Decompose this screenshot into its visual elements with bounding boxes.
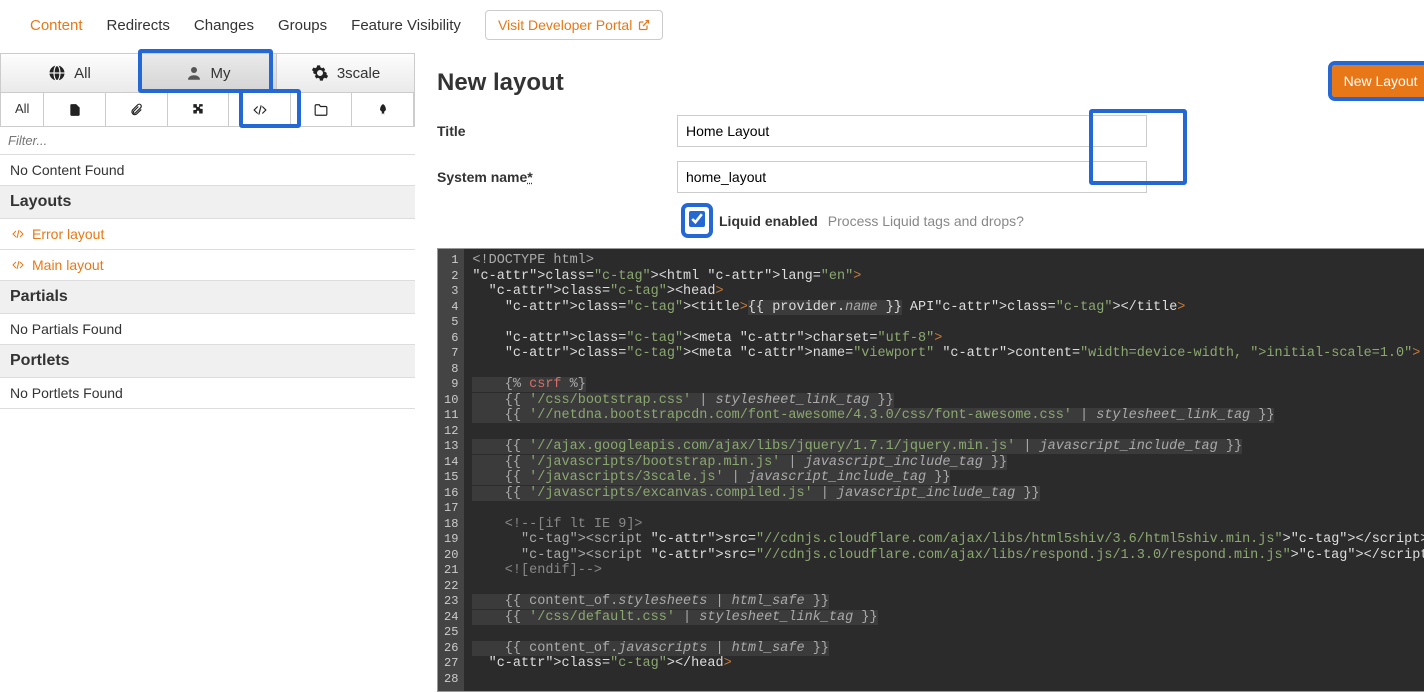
- user-icon: [185, 64, 203, 82]
- layouts-header: Layouts: [0, 186, 415, 219]
- liquid-enabled-label: Liquid enabled: [719, 213, 818, 229]
- puzzle-icon: [191, 102, 205, 118]
- sidebar-item-main-layout[interactable]: Main layout: [0, 250, 415, 281]
- partials-header: Partials: [0, 281, 415, 314]
- editor-code[interactable]: <!DOCTYPE html>"c-attr">class="c-tag"><h…: [464, 249, 1424, 691]
- iconcell-clip[interactable]: [106, 93, 168, 126]
- folder-icon: [313, 103, 329, 117]
- file-icon: [68, 102, 82, 118]
- subtabs: All My 3scale: [0, 53, 415, 93]
- sidebar: All My 3scale All No Content Found Layou…: [0, 53, 415, 692]
- no-partials-row: No Partials Found: [0, 314, 415, 345]
- page-title: New layout: [437, 69, 1424, 97]
- iconcell-rocket[interactable]: [352, 93, 414, 126]
- visit-portal-button[interactable]: Visit Developer Portal: [485, 10, 663, 40]
- top-nav: Content Redirects Changes Groups Feature…: [0, 0, 1424, 53]
- subtab-3scale-label: 3scale: [337, 65, 380, 82]
- liquid-enabled-hint: Process Liquid tags and drops?: [828, 213, 1024, 229]
- portlets-header: Portlets: [0, 345, 415, 378]
- filter-input[interactable]: [0, 127, 415, 155]
- editor-gutter: 1234567891011121314151617181920212223242…: [438, 249, 464, 691]
- iconcell-puzzle[interactable]: [168, 93, 230, 126]
- no-content-row: No Content Found: [0, 155, 415, 186]
- paperclip-icon: [129, 102, 143, 118]
- icon-row: All: [0, 93, 415, 127]
- visit-portal-label: Visit Developer Portal: [498, 17, 632, 33]
- tab-groups[interactable]: Groups: [278, 17, 327, 34]
- sidebar-item-error-layout[interactable]: Error layout: [0, 219, 415, 250]
- title-label: Title: [437, 123, 677, 139]
- iconcell-folder[interactable]: [291, 93, 353, 126]
- iconcell-all[interactable]: All: [1, 93, 44, 126]
- code-editor[interactable]: 1234567891011121314151617181920212223242…: [437, 248, 1424, 692]
- tab-changes[interactable]: Changes: [194, 17, 254, 34]
- main: New Layout New layout Title System name*…: [415, 53, 1424, 692]
- code-icon: [10, 259, 26, 271]
- title-input[interactable]: [677, 115, 1147, 147]
- liquid-enabled-checkbox[interactable]: [689, 211, 705, 227]
- subtab-my[interactable]: My: [139, 54, 277, 92]
- subtab-all[interactable]: All: [1, 54, 139, 92]
- code-icon: [10, 228, 26, 240]
- iconcell-file[interactable]: [44, 93, 106, 126]
- subtab-my-label: My: [211, 65, 231, 82]
- required-star: *: [527, 169, 532, 185]
- gear-icon: [311, 64, 329, 82]
- new-layout-label: New Layout: [1344, 73, 1418, 89]
- subtab-all-label: All: [74, 65, 91, 82]
- code-icon: [250, 103, 270, 117]
- sidebar-item-label: Main layout: [32, 257, 104, 273]
- sidebar-item-label: Error layout: [32, 226, 104, 242]
- new-layout-button[interactable]: New Layout: [1332, 65, 1424, 97]
- globe-icon: [48, 64, 66, 82]
- tab-redirects[interactable]: Redirects: [107, 17, 170, 34]
- tab-feature-visibility[interactable]: Feature Visibility: [351, 17, 461, 34]
- system-name-input[interactable]: [677, 161, 1147, 193]
- subtab-3scale[interactable]: 3scale: [277, 54, 414, 92]
- external-link-icon: [638, 19, 650, 31]
- tab-content[interactable]: Content: [30, 17, 83, 34]
- rocket-icon: [376, 102, 390, 118]
- iconcell-code[interactable]: [229, 93, 291, 126]
- system-name-text: System name: [437, 169, 527, 185]
- system-name-label: System name*: [437, 169, 677, 185]
- no-portlets-row: No Portlets Found: [0, 378, 415, 409]
